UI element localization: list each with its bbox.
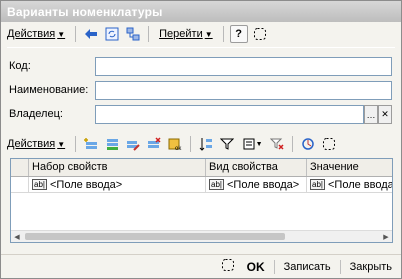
arrow-left-icon bbox=[85, 29, 98, 39]
name-label: Наименование: bbox=[9, 84, 89, 96]
owner-field[interactable] bbox=[95, 105, 364, 124]
toolbar-separator bbox=[75, 136, 77, 152]
ok-button[interactable]: OK bbox=[244, 258, 268, 276]
scroll-thumb[interactable] bbox=[25, 233, 285, 240]
filter-menu-button[interactable]: ▼ bbox=[239, 135, 265, 153]
close-button[interactable]: Закрыть bbox=[347, 259, 395, 275]
owner-select-button[interactable]: … bbox=[364, 105, 378, 124]
copy-row-icon bbox=[107, 139, 119, 150]
ellipsis-icon: … bbox=[366, 109, 376, 120]
delete-row-icon bbox=[148, 137, 161, 148]
row-marker bbox=[11, 177, 29, 192]
chevron-down-icon: ▼ bbox=[57, 139, 66, 149]
sort-button[interactable] bbox=[197, 135, 215, 153]
toolbar-separator bbox=[148, 26, 150, 42]
filter-list-icon bbox=[243, 138, 255, 150]
toolbar-separator bbox=[292, 136, 294, 152]
column-header[interactable]: Вид свойства bbox=[206, 159, 307, 176]
column-header[interactable]: Набор свойств bbox=[29, 159, 206, 176]
table-actions-label: Действия bbox=[7, 138, 56, 150]
table-toolbar: Действия ▼ ok ▼ bbox=[3, 133, 399, 155]
edit-row-icon bbox=[127, 141, 140, 151]
add-row-icon bbox=[84, 138, 98, 149]
sort-icon bbox=[199, 138, 213, 151]
dialog-window: Варианты номенклатуры Действия ▼ Перейти… bbox=[0, 0, 402, 279]
window-title: Варианты номенклатуры bbox=[7, 5, 163, 19]
svg-text:ok: ok bbox=[175, 146, 182, 151]
text-type-icon: ab| bbox=[209, 179, 224, 190]
main-toolbar: Действия ▼ Перейти ▼ ? bbox=[3, 23, 399, 45]
footer-separator bbox=[339, 259, 341, 274]
end-edit-icon: ok bbox=[168, 138, 182, 151]
refresh-icon bbox=[302, 138, 314, 150]
clear-filter-button[interactable] bbox=[268, 135, 286, 153]
dashed-frame-icon bbox=[221, 259, 234, 271]
table-cell[interactable]: ab| <Поле ввода> bbox=[307, 177, 392, 192]
cell-value: <Поле ввода> bbox=[49, 178, 123, 191]
dashed-frame-icon bbox=[253, 28, 266, 40]
dashed-frame-icon bbox=[323, 138, 336, 150]
help-icon: ? bbox=[235, 28, 242, 40]
owner-clear-button[interactable]: ✕ bbox=[378, 105, 392, 124]
table-header: Набор свойств Вид свойства Значение bbox=[11, 159, 392, 177]
text-type-icon: ab| bbox=[32, 179, 47, 190]
actions-menu[interactable]: Действия ▼ bbox=[3, 28, 69, 40]
delete-row-button[interactable] bbox=[145, 135, 163, 153]
close-icon: ✕ bbox=[381, 109, 389, 119]
text-type-icon: ab| bbox=[310, 179, 325, 190]
name-field[interactable] bbox=[95, 81, 392, 100]
chevron-down-icon: ▼ bbox=[204, 29, 213, 39]
structure-button[interactable] bbox=[124, 25, 142, 43]
dashed-footer-button[interactable] bbox=[218, 256, 238, 277]
copy-row-button[interactable] bbox=[103, 135, 121, 153]
goto-menu-label: Перейти bbox=[159, 28, 203, 40]
help-button[interactable]: ? bbox=[229, 25, 248, 43]
table-row[interactable]: ab| <Поле ввода> ab| <Поле ввода> ab| <П… bbox=[11, 177, 392, 193]
column-header[interactable]: Значение bbox=[307, 159, 392, 176]
chevron-down-icon: ▼ bbox=[57, 29, 66, 39]
add-row-button[interactable] bbox=[82, 135, 100, 153]
save-button[interactable]: Записать bbox=[281, 259, 334, 275]
code-row: Код: bbox=[1, 57, 401, 77]
clear-filter-icon bbox=[270, 138, 284, 150]
back-button[interactable] bbox=[82, 25, 100, 43]
table-cell[interactable]: ab| <Поле ввода> bbox=[206, 177, 307, 192]
cell-value: <Поле ввода> bbox=[226, 178, 300, 191]
table-actions-menu[interactable]: Действия ▼ bbox=[3, 138, 69, 150]
scroll-left-icon[interactable]: ◀ bbox=[12, 232, 22, 241]
toolbar-separator bbox=[190, 136, 192, 152]
refresh-icon bbox=[105, 27, 119, 41]
title-bar: Варианты номенклатуры bbox=[1, 1, 401, 22]
goto-menu[interactable]: Перейти ▼ bbox=[155, 28, 217, 40]
footer-separator bbox=[273, 259, 275, 274]
chevron-down-icon: ▼ bbox=[255, 140, 263, 148]
actions-menu-label: Действия bbox=[7, 28, 56, 40]
divider bbox=[7, 47, 395, 48]
dashed-select-button[interactable] bbox=[251, 25, 269, 43]
name-row: Наименование: bbox=[1, 81, 401, 101]
toolbar-separator bbox=[75, 26, 77, 42]
table-refresh-button[interactable] bbox=[299, 135, 317, 153]
table-cell[interactable]: ab| <Поле ввода> bbox=[29, 177, 206, 192]
table-dashed-button[interactable] bbox=[320, 135, 338, 153]
toolbar-separator bbox=[222, 26, 224, 42]
cell-value: <Поле ввода> bbox=[327, 178, 392, 191]
code-label: Код: bbox=[9, 60, 31, 72]
edit-row-button[interactable] bbox=[124, 135, 142, 153]
owner-row: Владелец: … ✕ bbox=[1, 105, 401, 125]
scroll-right-icon[interactable]: ▶ bbox=[381, 232, 391, 241]
filter-button[interactable] bbox=[218, 135, 236, 153]
filter-icon bbox=[220, 138, 235, 150]
owner-label: Владелец: bbox=[9, 108, 63, 120]
row-marker-header bbox=[11, 159, 29, 176]
end-edit-button[interactable]: ok bbox=[166, 135, 184, 153]
horizontal-scrollbar[interactable]: ◀ ▶ bbox=[11, 230, 392, 242]
dialog-footer: OK Записать Закрыть bbox=[1, 254, 401, 278]
refresh-button[interactable] bbox=[103, 25, 121, 43]
code-field[interactable] bbox=[95, 57, 392, 76]
properties-table: Набор свойств Вид свойства Значение ab| … bbox=[10, 158, 393, 243]
structure-icon bbox=[126, 27, 140, 41]
